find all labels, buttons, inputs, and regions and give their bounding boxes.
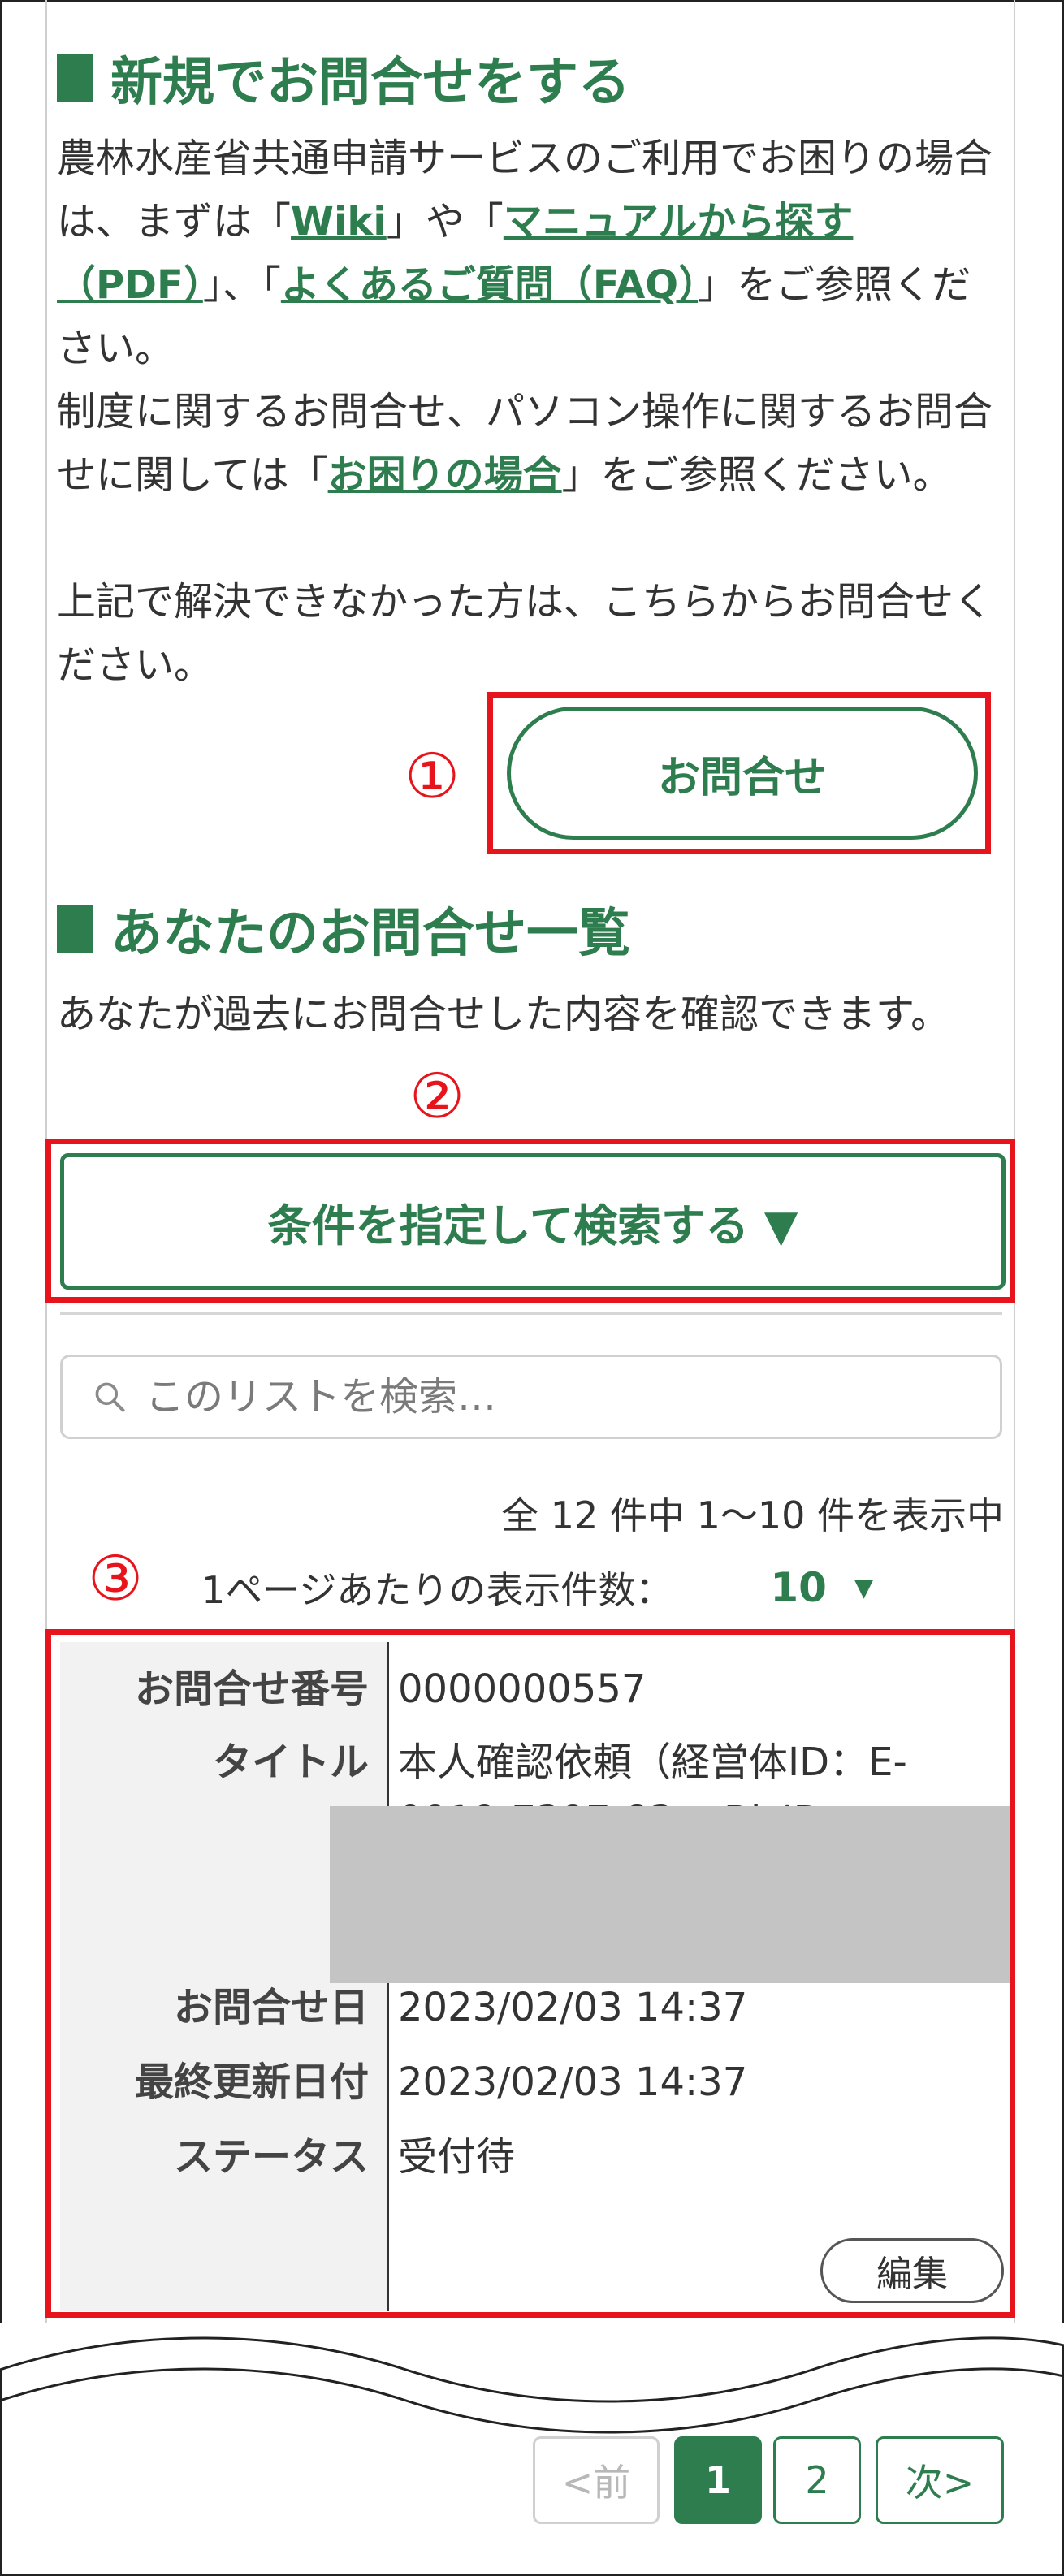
pagination-page-2[interactable]: 2 <box>773 2436 861 2524</box>
help-text: 」をご参照ください。 <box>561 452 952 498</box>
per-page-label: 1ページあたりの表示件数： <box>201 1568 673 1612</box>
trouble-link[interactable]: お困りの場合 <box>328 452 562 498</box>
pagination-prev[interactable]: <前 <box>533 2436 660 2524</box>
faq-link[interactable]: よくあるご質問（FAQ） <box>281 262 698 308</box>
new-inquiry-heading: 新規でお問合せをする <box>57 41 630 115</box>
new-inquiry-intro: 農林水産省共通申請サービスのご利用でお困りの場合は、まずは「Wiki」や「マニュ… <box>57 127 1007 380</box>
search-icon <box>95 1382 125 1412</box>
search-input[interactable] <box>144 1373 992 1420</box>
intro-text: 」や「 <box>386 199 504 244</box>
annotation-1: ① <box>404 740 461 812</box>
per-page-value: 10 <box>770 1564 827 1611</box>
heading-marker-icon <box>57 905 93 953</box>
pagination-page-1[interactable]: 1 <box>674 2436 762 2524</box>
annotation-box-3 <box>45 1629 1015 2318</box>
search-conditions-button[interactable]: 条件を指定して検索する ▼ <box>60 1153 1006 1290</box>
chevron-down-icon: ▼ <box>854 1573 874 1602</box>
pagination-next[interactable]: 次> <box>876 2436 1004 2524</box>
annotation-3: ③ <box>88 1542 144 1614</box>
inquiry-button[interactable]: お問合せ <box>507 707 978 840</box>
new-inquiry-help: 制度に関するお問合せ、パソコン操作に関するお問合せに関しては「お困りの場合」をご… <box>57 380 1007 507</box>
intro-text: 」、「 <box>202 262 281 308</box>
annotation-2: ② <box>409 1060 465 1132</box>
list-search-field[interactable] <box>60 1355 1002 1439</box>
per-page-select[interactable]: 10 ▼ <box>770 1564 873 1611</box>
result-count: 全 12 件中 1〜10 件を表示中 <box>501 1493 1004 1537</box>
inquiry-list-heading-text: あなたのお問合せ一覧 <box>110 904 630 964</box>
divider <box>60 1312 1002 1315</box>
page-break-wave <box>0 2323 1064 2434</box>
new-inquiry-heading-text: 新規でお問合せをする <box>110 53 630 113</box>
new-inquiry-fallback-text: 上記で解決できなかった方は、こちらからお問合せください。 <box>57 579 993 688</box>
per-page-control: 1ページあたりの表示件数： 10 ▼ <box>201 1561 873 1614</box>
wiki-link[interactable]: Wiki <box>291 199 387 244</box>
inquiry-list-heading: あなたのお問合せ一覧 <box>57 892 630 966</box>
inquiry-list-description: あなたが過去にお問合せした内容を確認できます。 <box>57 992 950 1037</box>
heading-marker-icon <box>57 54 93 102</box>
